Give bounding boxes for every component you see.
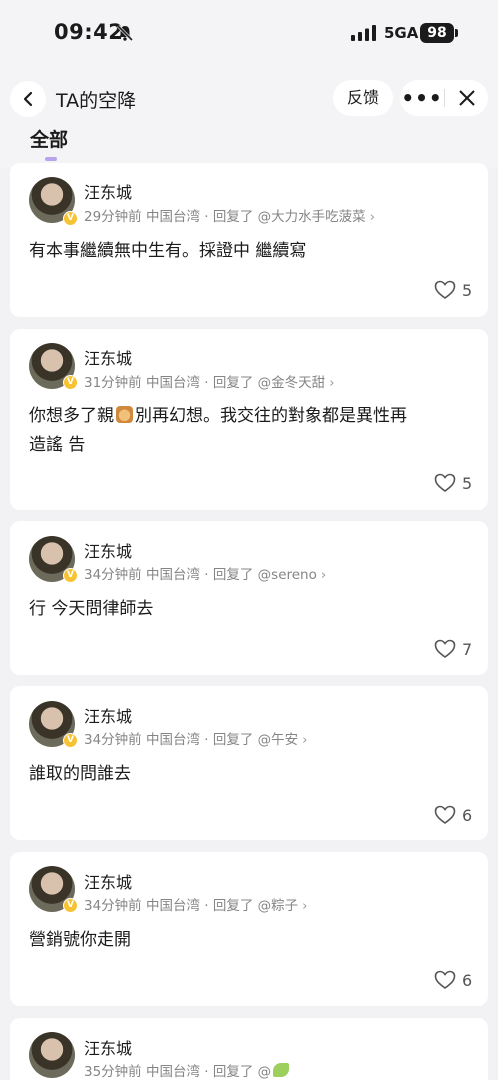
more-icon[interactable]: ••• — [400, 80, 444, 116]
comment-text: 行 今天問律師去 — [29, 599, 154, 619]
username[interactable]: 汪东城 — [84, 538, 132, 562]
comment-time: 35分钟前 — [84, 1064, 142, 1080]
like-count: 6 — [462, 970, 473, 990]
chevron-right-icon: › — [329, 375, 335, 391]
comment-meta[interactable]: 34分钟前 中国台湾 · 回复了 @sereno › — [84, 563, 326, 583]
comment-location: 中国台湾 — [145, 375, 200, 391]
comment-meta[interactable]: 31分钟前 中国台湾 · 回复了 @金冬天甜 › — [84, 371, 335, 391]
chevron-right-icon: › — [369, 209, 376, 225]
close-icon[interactable] — [445, 80, 488, 116]
feedback-button[interactable]: 反馈 — [333, 80, 393, 116]
chevron-right-icon: › — [302, 898, 308, 914]
comment-text: 營銷號你走開 — [29, 930, 131, 950]
bell-muted-icon — [116, 24, 134, 42]
tab-all[interactable]: 全部 — [30, 125, 68, 152]
chevron-right-icon: › — [302, 732, 308, 748]
reply-prefix: 回复了 — [212, 567, 254, 583]
like-button[interactable]: 5 — [434, 473, 472, 493]
network-label: 5GA — [384, 24, 419, 42]
battery-tip — [455, 29, 458, 37]
reply-target: @粽子 — [257, 898, 299, 914]
comment-card: 汪东城 35分钟前 中国台湾 · 回复了 @ — [10, 1018, 488, 1080]
comment-location: 中国台湾 — [145, 567, 200, 583]
comment-location: 中国台湾 — [145, 732, 200, 748]
heart-icon — [434, 473, 456, 492]
like-button[interactable]: 6 — [434, 805, 472, 825]
like-count: 7 — [462, 639, 473, 659]
reply-prefix: 回复了 — [212, 1064, 254, 1080]
comment-text: 你想多了親 別再幻想。我交往的對象都是異性再 造謠 告 — [29, 402, 469, 460]
reply-prefix: 回复了 — [212, 732, 254, 748]
username[interactable]: 汪东城 — [84, 345, 132, 369]
back-button[interactable] — [10, 81, 46, 117]
battery-icon: 98 — [420, 23, 454, 43]
comment-location: 中国台湾 — [145, 1064, 200, 1080]
comment-location: 中国台湾 — [145, 209, 200, 225]
chevron-left-icon — [23, 91, 33, 107]
reply-prefix: 回复了 — [212, 375, 254, 391]
comment-card: V 汪东城 34分钟前 中国台湾 · 回复了 @粽子 › 營銷號你走開 6 — [10, 852, 488, 1006]
comment-meta[interactable]: 34分钟前 中国台湾 · 回复了 @午安 › — [84, 728, 308, 748]
page-title: TA的空降 — [56, 90, 137, 112]
comment-meta[interactable]: 35分钟前 中国台湾 · 回复了 @ — [84, 1060, 290, 1080]
comment-card: V 汪东城 29分钟前 中国台湾 · 回复了 @大力水手吃菠菜 › 有本事繼續無中… — [10, 163, 488, 317]
heart-icon — [434, 639, 456, 658]
comment-text: 誰取的問誰去 — [29, 764, 131, 784]
reply-target: @大力水手吃菠菜 — [257, 209, 366, 225]
status-bar: 09:42 5GA 98 — [0, 0, 498, 68]
username[interactable]: 汪东城 — [84, 703, 132, 727]
verified-badge-icon: V — [63, 898, 78, 913]
comment-card: V 汪东城 34分钟前 中国台湾 · 回复了 @sereno › 行 今天問律師去… — [10, 521, 488, 675]
avatar[interactable] — [29, 1032, 75, 1078]
page-header: TA的空降 反馈 ••• 全部 — [0, 68, 498, 168]
chevron-right-icon: › — [320, 567, 327, 583]
verified-badge-icon: V — [63, 211, 78, 226]
like-count: 5 — [462, 280, 473, 300]
like-button[interactable]: 6 — [434, 970, 472, 990]
comment-location: 中国台湾 — [145, 898, 200, 914]
like-count: 5 — [462, 473, 473, 493]
reply-prefix: 回复了 — [212, 209, 254, 225]
verified-badge-icon: V — [63, 568, 78, 583]
comment-text-part2: 別再幻想。我交往的對象都是異性再 — [135, 406, 407, 426]
comment-text-line2: 造謠 告 — [29, 435, 86, 455]
reply-target: @sereno — [257, 567, 317, 583]
reply-target: @金冬天甜 — [257, 375, 326, 391]
comment-meta[interactable]: 34分钟前 中国台湾 · 回复了 @粽子 › — [84, 894, 308, 914]
like-count: 6 — [462, 805, 473, 825]
heart-icon — [434, 280, 456, 299]
comment-time: 34分钟前 — [84, 732, 142, 748]
like-button[interactable]: 5 — [434, 280, 472, 300]
comment-time: 34分钟前 — [84, 898, 142, 914]
status-time: 09:42 — [54, 20, 124, 44]
dog-emoji-icon — [116, 406, 133, 423]
username[interactable]: 汪东城 — [84, 1035, 132, 1059]
reply-target: @ — [257, 1064, 272, 1080]
username[interactable]: 汪东城 — [84, 179, 132, 203]
capsule-menu: ••• — [400, 80, 488, 116]
tab-active-indicator — [45, 157, 57, 161]
comment-text: 有本事繼續無中生有。採證中 繼續寫 — [29, 241, 307, 261]
heart-icon — [434, 805, 456, 824]
comment-card: V 汪东城 31分钟前 中国台湾 · 回复了 @金冬天甜 › 你想多了親 別再幻想。… — [10, 329, 488, 510]
comment-meta[interactable]: 29分钟前 中国台湾 · 回复了 @大力水手吃菠菜 › — [84, 205, 375, 225]
comment-card: V 汪东城 34分钟前 中国台湾 · 回复了 @午安 › 誰取的問誰去 6 — [10, 686, 488, 840]
comment-time: 31分钟前 — [84, 375, 142, 391]
verified-badge-icon: V — [63, 733, 78, 748]
close-glyph — [458, 90, 475, 106]
signal-icon — [351, 25, 376, 41]
reply-target: @午安 — [257, 732, 299, 748]
like-button[interactable]: 7 — [434, 639, 472, 659]
verified-badge-icon: V — [63, 375, 78, 390]
comment-time: 29分钟前 — [84, 209, 142, 225]
reply-prefix: 回复了 — [212, 898, 254, 914]
comment-text-part1: 你想多了親 — [29, 406, 114, 426]
leaf-emoji-icon — [273, 1063, 290, 1077]
username[interactable]: 汪东城 — [84, 869, 132, 893]
heart-icon — [434, 970, 456, 989]
comment-time: 34分钟前 — [84, 567, 142, 583]
